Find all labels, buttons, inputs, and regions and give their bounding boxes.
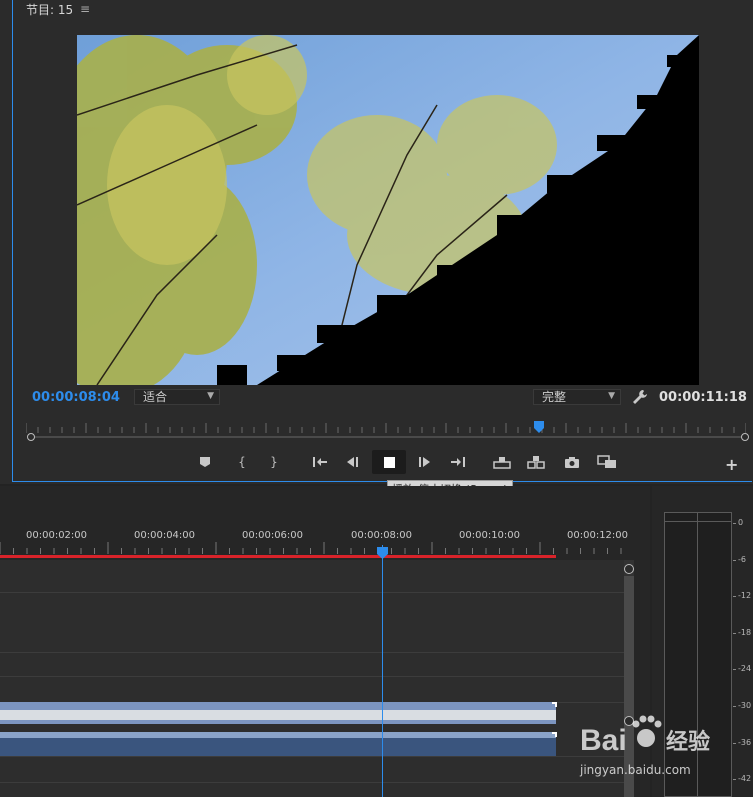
go-to-out-icon	[451, 457, 465, 467]
meter-peak-row	[664, 521, 732, 522]
meter-scale-label: -6	[738, 555, 746, 564]
play-stop-button[interactable]	[372, 450, 406, 474]
go-to-in-button[interactable]	[311, 453, 329, 471]
monitor-time-ruler[interactable]	[25, 418, 747, 433]
wrench-icon[interactable]	[631, 388, 649, 406]
track-divider	[0, 756, 624, 757]
go-to-in-icon	[313, 457, 327, 467]
export-frame-button[interactable]	[563, 453, 581, 471]
timeline-playhead-line[interactable]	[382, 545, 383, 797]
meter-scale-label: -18	[738, 628, 752, 637]
step-back-icon	[347, 457, 358, 467]
hamburger-icon[interactable]: ≡	[80, 2, 90, 16]
playback-resolution-value: 完整	[542, 390, 567, 404]
mark-in-button[interactable]: {	[234, 453, 250, 471]
chevron-down-icon: ▼	[207, 391, 214, 401]
ruler-label: 00:00:06:00	[242, 530, 304, 541]
monitor-playhead[interactable]	[534, 418, 544, 433]
track-area[interactable]	[0, 560, 624, 797]
track-divider	[0, 782, 624, 783]
clip-end-marker	[552, 702, 557, 707]
timeline-playhead[interactable]	[377, 544, 388, 559]
step-forward-icon	[419, 457, 430, 467]
svg-text:Bai: Bai	[580, 724, 627, 757]
zoom-level-value: 适合	[143, 390, 168, 404]
lift-icon	[493, 457, 511, 469]
meter-scale-tick	[733, 559, 736, 561]
meter-scale-tick	[733, 523, 736, 524]
meter-scale-tick	[733, 706, 736, 707]
meter-scale-tick	[733, 596, 736, 598]
add-marker-button[interactable]	[197, 453, 213, 471]
meter-scale-label: -30	[738, 701, 752, 710]
video-frame-image	[77, 35, 699, 385]
zoom-level-select[interactable]: 适合 ▼	[134, 389, 220, 405]
go-to-out-button[interactable]	[449, 453, 467, 471]
track-divider	[0, 652, 624, 653]
mark-in-icon: {	[238, 455, 246, 469]
ruler-label: 00:00:10:00	[459, 530, 521, 541]
clip-end-marker	[552, 732, 557, 737]
svg-text:经验: 经验	[666, 729, 710, 755]
extract-button[interactable]	[526, 453, 546, 471]
stop-icon	[383, 456, 395, 468]
zoom-bar-right-handle[interactable]	[741, 433, 749, 441]
scrollbar-top-handle[interactable]	[624, 564, 634, 574]
duration-timecode: 00:00:11:18	[659, 390, 747, 405]
step-forward-button[interactable]	[416, 453, 432, 471]
playback-resolution-select[interactable]: 完整 ▼	[533, 389, 621, 405]
ruler-label: 00:00:02:00	[26, 530, 88, 541]
track-divider	[0, 676, 624, 677]
meter-scale-tick	[733, 632, 736, 634]
ruler-label: 00:00:08:00	[351, 530, 413, 541]
button-editor-add-button[interactable]: +	[725, 455, 738, 474]
comparison-icon	[597, 455, 616, 468]
ruler-label: 00:00:04:00	[134, 530, 196, 541]
panel-title[interactable]: 节目: 15	[26, 1, 73, 18]
transition-bar[interactable]	[0, 710, 556, 720]
track-divider	[0, 592, 624, 593]
chevron-down-icon: ▼	[608, 391, 615, 401]
video-preview	[77, 35, 699, 385]
monitor-zoom-bar[interactable]	[32, 436, 746, 438]
watermark-url: jingyan.baidu.com	[580, 763, 691, 777]
meter-scale-label: -24	[738, 664, 752, 673]
meter-scale-label: -12	[738, 591, 752, 600]
work-area-bar[interactable]	[0, 555, 556, 558]
meter-scale-tick	[733, 669, 736, 671]
lift-button[interactable]	[492, 453, 512, 471]
mark-out-button[interactable]: }	[266, 453, 282, 471]
step-back-button[interactable]	[345, 453, 361, 471]
marker-icon	[200, 457, 210, 467]
comparison-view-button[interactable]	[596, 453, 618, 471]
ruler-label: 00:00:12:00	[567, 530, 629, 541]
meter-scale-label: 0	[738, 518, 744, 527]
zoom-bar-left-handle[interactable]	[27, 433, 35, 441]
mark-out-icon: }	[270, 455, 278, 469]
current-timecode[interactable]: 00:00:08:04	[32, 390, 120, 405]
clip-header	[0, 732, 556, 738]
camera-icon	[565, 456, 579, 468]
extract-icon	[527, 456, 545, 469]
timeline-time-ruler[interactable]	[0, 528, 625, 556]
